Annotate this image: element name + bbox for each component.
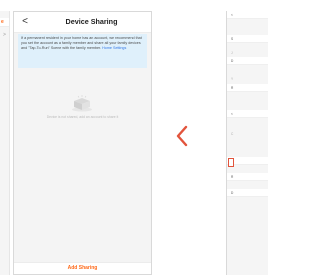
list-item[interactable]: S — [227, 35, 268, 43]
empty-box-icon — [72, 95, 92, 112]
family-member-notice: If a permanent resident in your home has… — [18, 34, 147, 68]
section-caption: J — [231, 51, 233, 55]
list-item[interactable]: < — [227, 110, 268, 118]
empty-state-message: Device is not shared, add an account to … — [46, 115, 119, 119]
left-panel-chevron-icon[interactable]: > — [3, 32, 6, 38]
section-caption: C — [231, 132, 234, 136]
bottom-action-bar: Add Sharing — [14, 262, 151, 274]
right-partial-panel: < S J D Y R < C S R D — [226, 11, 268, 275]
page-title: Device Sharing — [65, 17, 118, 26]
device-sharing-screen: < Device Sharing If a permanent resident… — [13, 11, 152, 275]
left-panel-accent-letter: e — [1, 19, 4, 25]
add-sharing-button[interactable]: Add Sharing — [14, 265, 151, 271]
header-bar: < Device Sharing — [14, 12, 151, 33]
list-item[interactable]: R — [227, 173, 268, 181]
section-caption: Y — [231, 77, 234, 81]
list-item[interactable]: D — [227, 189, 268, 197]
list-item[interactable]: D — [227, 57, 268, 65]
list-item[interactable]: < — [227, 11, 268, 19]
highlight-box — [228, 158, 234, 167]
chevron-left-icon[interactable] — [174, 124, 190, 148]
list-item[interactable]: R — [227, 84, 268, 92]
left-partial-panel: e > — [0, 11, 10, 275]
home-settings-link[interactable]: Home Settings — [102, 46, 126, 50]
back-button[interactable]: < — [20, 16, 30, 27]
